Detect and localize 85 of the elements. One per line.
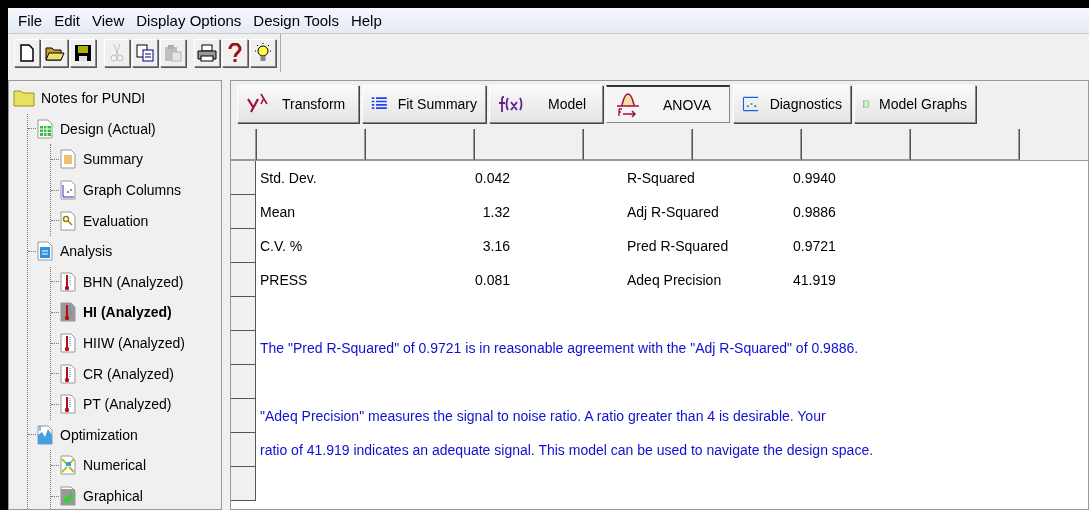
stat-label: PRESS <box>260 272 309 288</box>
row-header[interactable] <box>231 467 256 501</box>
stat-value: 41.919 <box>793 272 836 288</box>
stat-value: 0.9886 <box>793 204 836 220</box>
tree-item[interactable]: HI (Analyzed) <box>83 304 172 321</box>
row-header[interactable] <box>231 263 256 297</box>
toolbar-button[interactable] <box>42 39 68 67</box>
toolbar-button[interactable] <box>250 39 276 67</box>
stat-label: Pred R-Squared <box>627 238 730 254</box>
new-document-icon <box>20 44 34 62</box>
light-bulb-icon <box>254 43 272 63</box>
tab[interactable]: Diagnostics <box>733 85 851 123</box>
row-header[interactable] <box>231 399 256 433</box>
row-header[interactable] <box>231 161 256 195</box>
thermometer-icon <box>59 302 77 323</box>
stat-label: Adeq Precision <box>627 272 723 288</box>
mountain-peak-icon <box>36 424 54 445</box>
note-text: ratio of 41.919 indicates an adequate signal. This model can be used to navigate the design space. <box>260 442 874 458</box>
row-header[interactable] <box>231 433 256 467</box>
stat-label: R-Squared <box>627 170 696 186</box>
toolbar-button[interactable] <box>14 39 40 67</box>
stat-value: 0.9721 <box>793 238 836 254</box>
printer-icon <box>197 44 217 62</box>
toolbar-button[interactable] <box>194 39 220 67</box>
copy-icon <box>136 44 154 62</box>
toolbar-button[interactable] <box>70 39 96 67</box>
magnifier-icon <box>59 210 77 231</box>
scissors-icon <box>110 43 124 63</box>
calculator-icon <box>36 241 54 262</box>
stat-label: C.V. % <box>260 238 304 254</box>
stat-value: 3.16 <box>481 238 510 254</box>
stat-label: Adj R-Squared <box>627 204 720 220</box>
tree-item[interactable]: PT (Analyzed) <box>83 396 172 413</box>
row-header[interactable] <box>231 365 256 399</box>
clipboard-icon <box>164 44 182 62</box>
row-header[interactable] <box>231 297 256 331</box>
stat-label: Std. Dev. <box>260 170 318 186</box>
scatter-plot-icon <box>59 180 77 201</box>
tree-item[interactable]: Design (Actual) <box>60 120 156 137</box>
spreadsheet-icon <box>36 118 54 139</box>
row-header[interactable] <box>231 195 256 229</box>
note-text: The "Pred R-Squared" of 0.9721 is in reasonable agreement with the "Adj R-Squared" of 0.9886. <box>260 340 859 356</box>
tree-item[interactable]: Summary <box>83 151 143 168</box>
menu-item[interactable]: Help <box>344 12 388 29</box>
thermometer-icon <box>59 333 77 354</box>
stat-value: 1.32 <box>481 204 510 220</box>
note-text: "Adeq Precision" measures the signal to noise ratio. A ratio greater than 4 is desirable. Your <box>260 408 826 424</box>
tree-item[interactable]: Graph Columns <box>83 182 182 199</box>
thermometer-icon <box>59 394 77 415</box>
menu-item[interactable]: View <box>86 12 131 29</box>
tree-item[interactable]: Numerical <box>83 457 146 474</box>
column-header[interactable] <box>231 129 257 160</box>
tree-item[interactable]: Analysis <box>60 243 113 260</box>
menu-item[interactable]: Design Tools <box>247 12 345 29</box>
tree-item[interactable]: CR (Analyzed) <box>83 365 175 382</box>
tree-item[interactable]: Notes for PUNDI <box>41 90 146 107</box>
stat-value: 0.9940 <box>793 170 836 186</box>
tab[interactable]: Model <box>489 85 603 123</box>
folder-icon <box>13 89 35 108</box>
tab[interactable]: Transform <box>237 85 359 123</box>
thermometer-icon <box>59 271 77 292</box>
stat-label: Mean <box>260 204 297 220</box>
distribution-curve-icon <box>615 91 641 118</box>
question-mark-icon <box>228 43 242 63</box>
tab[interactable]: ANOVA <box>606 85 730 123</box>
tree-item[interactable]: Graphical <box>83 488 143 504</box>
row-header[interactable] <box>231 331 256 365</box>
stat-value: 0.081 <box>473 272 510 288</box>
row-header[interactable] <box>231 229 256 263</box>
menu-item[interactable]: Edit <box>48 12 87 29</box>
tree-item[interactable]: Evaluation <box>83 212 149 229</box>
tree-item[interactable]: Optimization <box>60 426 138 443</box>
table-page-icon <box>59 149 77 170</box>
tab[interactable]: Fit Summary <box>362 85 486 123</box>
tree-item[interactable]: HIIW (Analyzed) <box>83 335 185 352</box>
open-folder-icon <box>45 44 65 62</box>
menu-item[interactable]: Display Options <box>130 12 248 29</box>
menu-item[interactable]: File <box>12 12 49 29</box>
tree-item[interactable]: BHN (Analyzed) <box>83 273 184 290</box>
crossing-lines-icon <box>59 455 77 476</box>
stat-value: 0.042 <box>473 170 510 186</box>
thermometer-icon <box>59 363 77 384</box>
tab[interactable]: Model Graphs <box>854 85 976 123</box>
toolbar-button[interactable] <box>222 39 248 67</box>
contour-map-icon <box>59 486 77 506</box>
